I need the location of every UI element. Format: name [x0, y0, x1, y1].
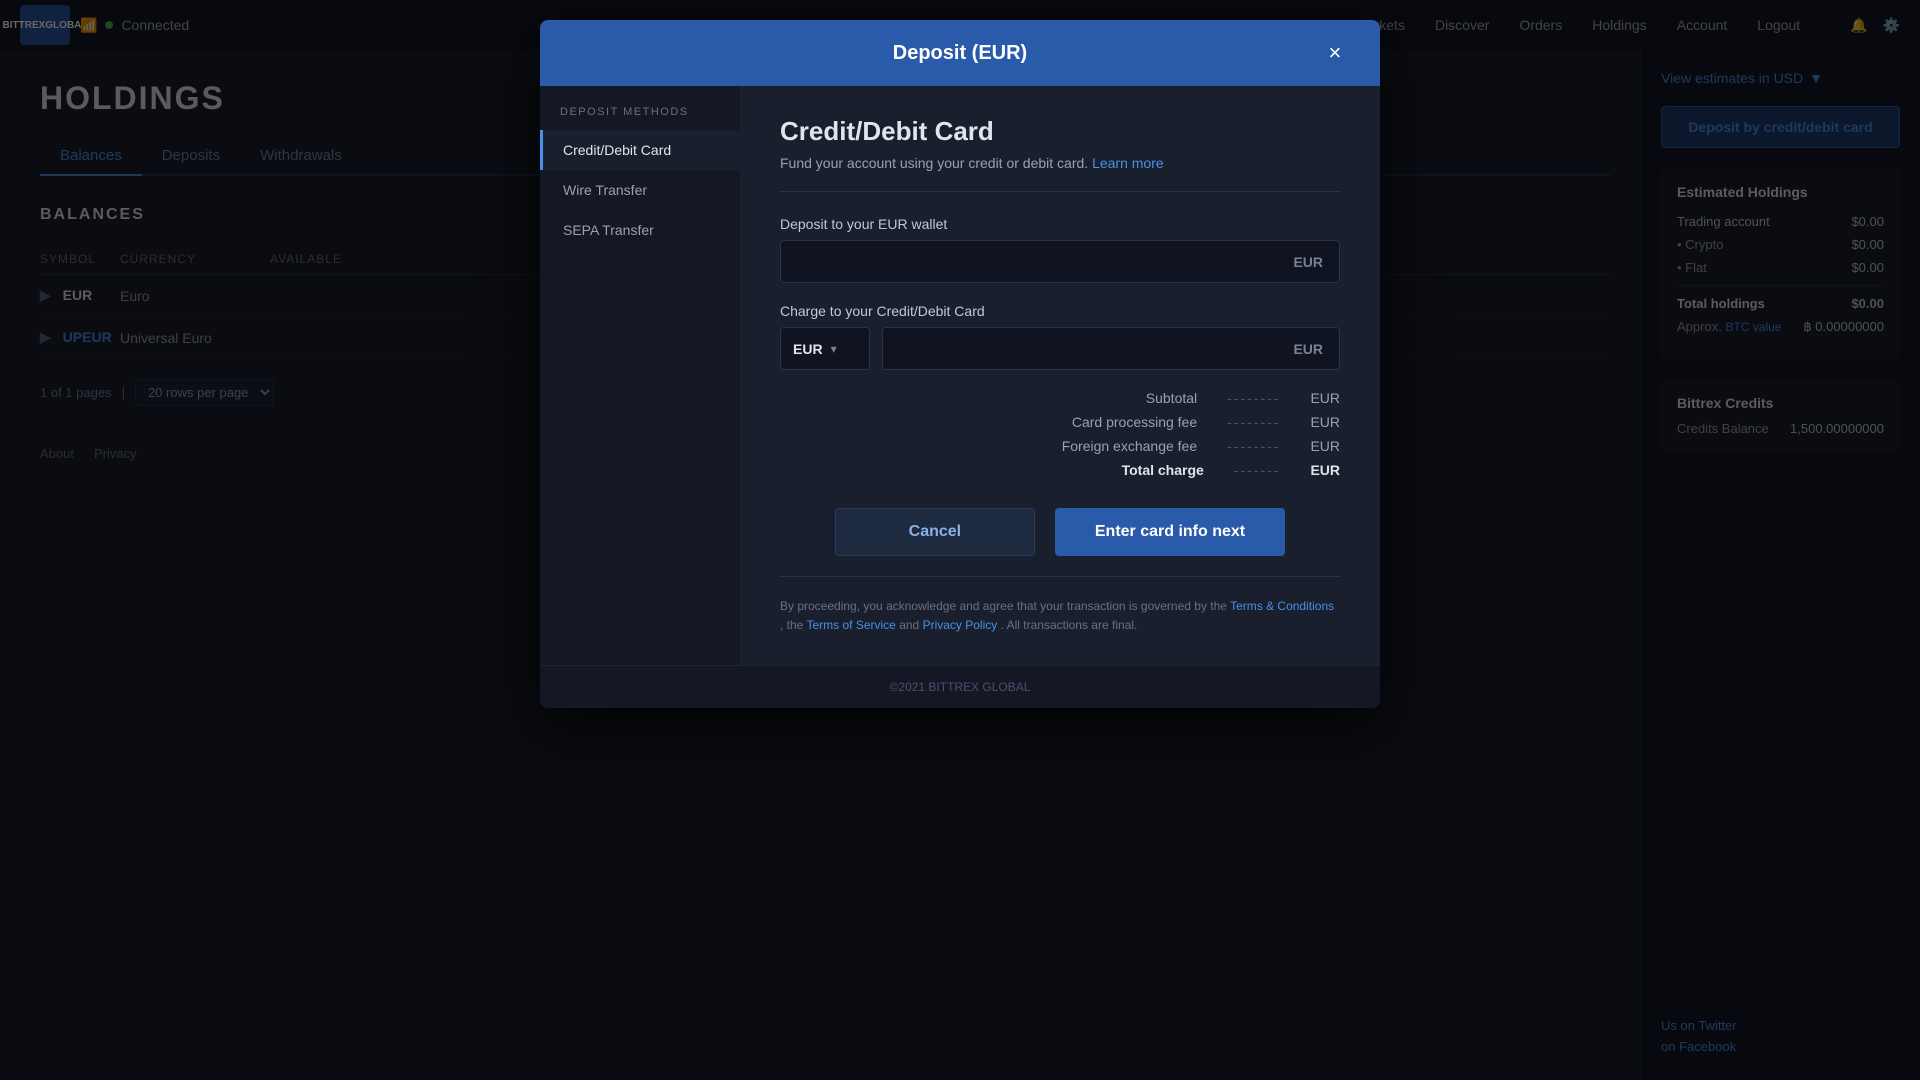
menu-item-wire-transfer[interactable]: Wire Transfer [540, 170, 740, 210]
chevron-down-icon: ▾ [831, 342, 837, 356]
deposit-modal: Deposit (EUR) × DEPOSIT METHODS Credit/D… [540, 20, 1380, 708]
privacy-policy-link[interactable]: Privacy Policy [923, 618, 998, 632]
modal-overlay: Deposit (EUR) × DEPOSIT METHODS Credit/D… [0, 0, 1920, 1080]
modal-footer-text: By proceeding, you acknowledge and agree… [780, 576, 1340, 635]
modal-sidebar: DEPOSIT METHODS Credit/Debit Card Wire T… [540, 86, 740, 665]
deposit-suffix: EUR [1277, 242, 1339, 282]
deposit-methods-label: DEPOSIT METHODS [540, 106, 740, 118]
enter-card-info-button[interactable]: Enter card info next [1055, 508, 1285, 556]
subtotal-label: Subtotal [1146, 390, 1197, 406]
modal-title: Deposit (EUR) [893, 42, 1027, 65]
card-fee-dashes: -------- [1227, 414, 1280, 430]
modal-footer-copyright: ©2021 BITTREX GLOBAL [540, 665, 1380, 708]
total-dashes: ------- [1234, 462, 1281, 478]
modal-section-title: Credit/Debit Card [780, 116, 1340, 147]
terms-conditions-link[interactable]: Terms & Conditions [1230, 599, 1334, 613]
modal-actions: Cancel Enter card info next [780, 508, 1340, 556]
charge-label: Charge to your Credit/Debit Card [780, 303, 1340, 319]
modal-divider [780, 191, 1340, 192]
currency-select[interactable]: EUR ▾ [780, 327, 870, 370]
deposit-amount-group: Deposit to your EUR wallet EUR [780, 216, 1340, 283]
charge-amount-group: Charge to your Credit/Debit Card EUR ▾ E… [780, 303, 1340, 370]
foreign-fee-currency: EUR [1310, 438, 1340, 454]
charge-amount-input[interactable] [883, 328, 1277, 369]
modal-header: Deposit (EUR) × [540, 20, 1380, 86]
modal-description: Fund your account using your credit or d… [780, 155, 1340, 171]
charge-input-wrapper: EUR [882, 327, 1340, 370]
terms-of-service-link[interactable]: Terms of Service [806, 618, 895, 632]
charge-row: EUR ▾ EUR [780, 327, 1340, 370]
subtotal-row: Subtotal -------- EUR [780, 390, 1340, 406]
deposit-label: Deposit to your EUR wallet [780, 216, 1340, 232]
modal-main-content: Credit/Debit Card Fund your account usin… [740, 86, 1380, 665]
deposit-input-wrapper: EUR [780, 240, 1340, 283]
menu-item-sepa-transfer[interactable]: SEPA Transfer [540, 210, 740, 250]
total-charge-row: Total charge ------- EUR [780, 462, 1340, 478]
subtotal-dashes: -------- [1227, 390, 1280, 406]
modal-body: DEPOSIT METHODS Credit/Debit Card Wire T… [540, 86, 1380, 665]
foreign-fee-label: Foreign exchange fee [1062, 438, 1197, 454]
learn-more-link[interactable]: Learn more [1092, 155, 1164, 171]
foreign-fee-row: Foreign exchange fee -------- EUR [780, 438, 1340, 454]
fees-section: Subtotal -------- EUR Card processing fe… [780, 390, 1340, 478]
charge-suffix: EUR [1277, 329, 1339, 369]
cancel-button[interactable]: Cancel [835, 508, 1035, 556]
menu-item-credit-card[interactable]: Credit/Debit Card [540, 130, 740, 170]
card-fee-currency: EUR [1310, 414, 1340, 430]
deposit-amount-input[interactable] [781, 241, 1277, 282]
foreign-fee-dashes: -------- [1227, 438, 1280, 454]
total-currency: EUR [1310, 462, 1340, 478]
subtotal-currency: EUR [1310, 390, 1340, 406]
card-fee-row: Card processing fee -------- EUR [780, 414, 1340, 430]
card-fee-label: Card processing fee [1072, 414, 1197, 430]
currency-select-label: EUR [793, 341, 823, 357]
total-label: Total charge [1122, 462, 1204, 478]
modal-close-button[interactable]: × [1320, 38, 1350, 68]
